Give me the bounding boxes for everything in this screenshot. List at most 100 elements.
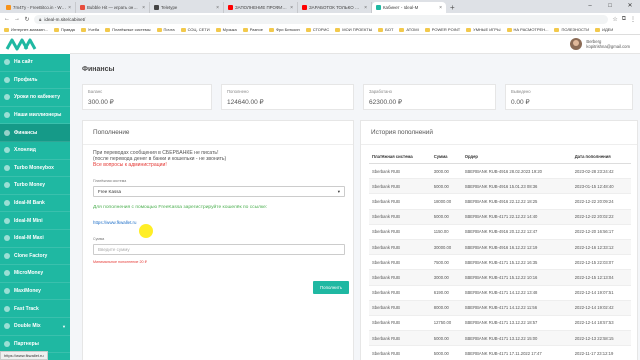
bookmark-label: МОИ ПРОЕКТЫ bbox=[342, 27, 373, 32]
table-cell: Sberbank RUB bbox=[369, 300, 431, 316]
amount-input[interactable]: Введите сумму bbox=[93, 244, 345, 255]
sidebar-item[interactable]: Double Mix ▼ bbox=[0, 318, 70, 336]
bookmark-item[interactable]: ИДЕИ bbox=[595, 27, 613, 32]
site-header: Berberg kopitrishna@gmail.com bbox=[0, 35, 640, 54]
browser-tab[interactable]: ЗАПОЛНЕНИЕ ПРОФИЛЯ - YouTube× bbox=[224, 2, 298, 13]
menu-item-icon bbox=[4, 323, 10, 330]
deposit-button[interactable]: Пополнить bbox=[313, 281, 349, 294]
tab-close-icon[interactable]: × bbox=[364, 5, 367, 11]
menu-item-icon bbox=[4, 217, 10, 224]
bookmark-item[interactable]: Музыка bbox=[215, 27, 237, 32]
bookmark-label: Разное bbox=[249, 27, 263, 32]
close-window-icon[interactable]: ✕ bbox=[620, 0, 640, 13]
sidebar-item[interactable]: Ideal-M Maxi bbox=[0, 230, 70, 248]
bookmark-item[interactable]: УМНЫЕ ИГРЫ bbox=[466, 27, 501, 32]
browser-tab[interactable]: Teletype × bbox=[150, 2, 224, 13]
sidebar-item[interactable]: Clone Factory bbox=[0, 248, 70, 266]
bookmark-item[interactable]: СТОРИС bbox=[305, 27, 329, 32]
user-menu[interactable]: Berberg kopitrishna@gmail.com bbox=[570, 38, 630, 50]
chevron-down-icon: ▾ bbox=[337, 188, 340, 194]
bookmark-item[interactable]: ATOMI bbox=[399, 27, 419, 32]
maximize-icon[interactable]: □ bbox=[600, 0, 620, 13]
bookmark-label: СОЦ. СЕТИ bbox=[187, 27, 210, 32]
bookmark-item[interactable]: Разное bbox=[242, 27, 263, 32]
bookmark-item[interactable]: СОЦ. СЕТИ bbox=[180, 27, 210, 32]
table-cell: 18000.00 bbox=[430, 193, 462, 210]
table-cell: 5000.00 bbox=[430, 330, 462, 347]
forward-icon[interactable]: → bbox=[14, 16, 20, 22]
sidebar-item[interactable]: MaxiMoney bbox=[0, 283, 70, 301]
url-field[interactable]: 🔒︎ ideal-m.site/cabinet/ bbox=[34, 14, 609, 24]
browser-tab[interactable]: Кабинет - Ideal-M × bbox=[372, 2, 446, 13]
tab-favicon-icon bbox=[228, 5, 233, 10]
new-tab-button[interactable]: + bbox=[446, 2, 459, 13]
bookmark-item[interactable]: Фри Биткоин bbox=[268, 27, 300, 32]
menu-item-icon bbox=[4, 305, 10, 312]
tab-close-icon[interactable]: × bbox=[142, 5, 145, 11]
table-cell: Sberbank RUB bbox=[369, 254, 431, 271]
tab-close-icon[interactable]: × bbox=[216, 5, 219, 11]
table-row: Sberbank RUB 1150.00 SBERBANK RUB-4916 20.… bbox=[369, 224, 631, 240]
sidebar-item[interactable]: Ideal-M Mini bbox=[0, 212, 70, 230]
status-bar-url: https://www.fkwallet.ru bbox=[0, 351, 48, 360]
bookmark-item[interactable]: МОИ ПРОЕКТЫ bbox=[335, 27, 372, 32]
table-cell: 8000.00 bbox=[430, 300, 462, 316]
sidebar-item[interactable]: Хлонлид bbox=[0, 142, 70, 160]
bookmark-item[interactable]: НА РАСМОТРЕН... bbox=[506, 27, 548, 32]
tab-close-icon[interactable]: × bbox=[68, 5, 71, 11]
menu-item-icon bbox=[4, 340, 10, 347]
fkwallet-link[interactable]: https://www.fkwallet.ru bbox=[93, 220, 136, 225]
bookmark-star-icon[interactable]: ☆ bbox=[612, 16, 617, 23]
browser-tab[interactable]: ЗАРАБОТОК ТОЛЬКО ДЛЯ ПОЛЬЗ...× bbox=[298, 2, 372, 13]
table-cell: 2022-12-14 19:02:42 bbox=[571, 300, 631, 316]
folder-icon bbox=[53, 27, 59, 32]
sidebar: На сайт Профиль Уроки по кабинету Наши милл… bbox=[0, 54, 70, 360]
bookmark-item[interactable]: ПОЛЕЗНОСТИ bbox=[554, 27, 589, 32]
bookmark-item[interactable]: Правда bbox=[53, 27, 75, 32]
back-icon[interactable]: ← bbox=[4, 16, 10, 22]
tab-favicon-icon bbox=[80, 5, 85, 10]
minimize-icon[interactable]: – bbox=[580, 0, 600, 13]
sidebar-item[interactable]: Уроки по кабинету bbox=[0, 89, 70, 107]
bookmark-item[interactable]: Интернет-магазин... bbox=[4, 27, 48, 32]
table-cell: 5000.00 bbox=[430, 178, 462, 195]
sidebar-item[interactable]: MicroMoney bbox=[0, 265, 70, 283]
stat-value: 300.00 ₽ bbox=[88, 99, 114, 106]
bookmark-item[interactable]: Платёжные системы bbox=[105, 27, 151, 32]
tab-close-icon[interactable]: × bbox=[439, 5, 442, 11]
menu-item-icon bbox=[4, 200, 10, 207]
tab-title: ЗАПОЛНЕНИЕ ПРОФИЛЯ - YouTube bbox=[235, 5, 289, 10]
bookmark-label: Правда bbox=[60, 27, 75, 32]
bookmark-item[interactable]: БОТ bbox=[378, 27, 393, 32]
site-logo[interactable] bbox=[0, 35, 70, 54]
sidebar-item[interactable]: На сайт bbox=[0, 54, 70, 72]
bookmark-item[interactable]: POWER POINT bbox=[424, 27, 460, 32]
column-header: Ордер bbox=[461, 151, 572, 164]
bookmark-item[interactable]: Почта bbox=[156, 27, 175, 32]
sidebar-item[interactable]: Наши миллионеры bbox=[0, 107, 70, 125]
reload-icon[interactable]: ↻ bbox=[24, 16, 30, 23]
sidebar-item[interactable]: Turbo Moneybox bbox=[0, 160, 70, 178]
browser-tab[interactable]: Bubble Hit — играть онлайн бесп...× bbox=[76, 2, 150, 13]
sidebar-item[interactable]: Fast Track bbox=[0, 300, 70, 318]
sidebar-item[interactable]: Профиль bbox=[0, 72, 70, 90]
table-row: Sberbank RUB 18000.00 SBERBANK RUB-4916 22… bbox=[369, 193, 631, 210]
tab-close-icon[interactable]: × bbox=[290, 5, 293, 11]
menu-icon[interactable]: ⋮ bbox=[630, 16, 636, 23]
stat-label: Заработано bbox=[369, 89, 392, 94]
sidebar-item-label: MicroMoney bbox=[14, 270, 44, 277]
browser-tab[interactable]: 7m4Ty - FreeBitco.in - Win free...× bbox=[2, 2, 76, 13]
deposit-title: Пополнение bbox=[83, 121, 353, 145]
extensions-icon[interactable]: ⧉ bbox=[622, 16, 626, 23]
table-cell: SBERBANK RUB-4916 15.01.23 08:36 bbox=[461, 178, 572, 195]
table-cell: 2023-02-28 23:24:42 bbox=[571, 163, 631, 180]
sidebar-item[interactable]: Ideal-M Bank bbox=[0, 195, 70, 213]
menu-item-icon bbox=[4, 288, 10, 295]
table-cell: 2022-12-16 12:33:12 bbox=[571, 239, 631, 256]
bookmark-item[interactable]: Учеба bbox=[80, 27, 99, 32]
main-content: Финансы Баланс 300.00 ₽ Пополнено 124640… bbox=[70, 54, 640, 360]
sidebar-item[interactable]: Финансы bbox=[0, 124, 70, 142]
sidebar-item[interactable]: Turbo Money bbox=[0, 177, 70, 195]
sidebar-item-label: Профиль bbox=[14, 76, 38, 83]
payment-system-select[interactable]: Free Kassa ▾ bbox=[93, 186, 345, 197]
